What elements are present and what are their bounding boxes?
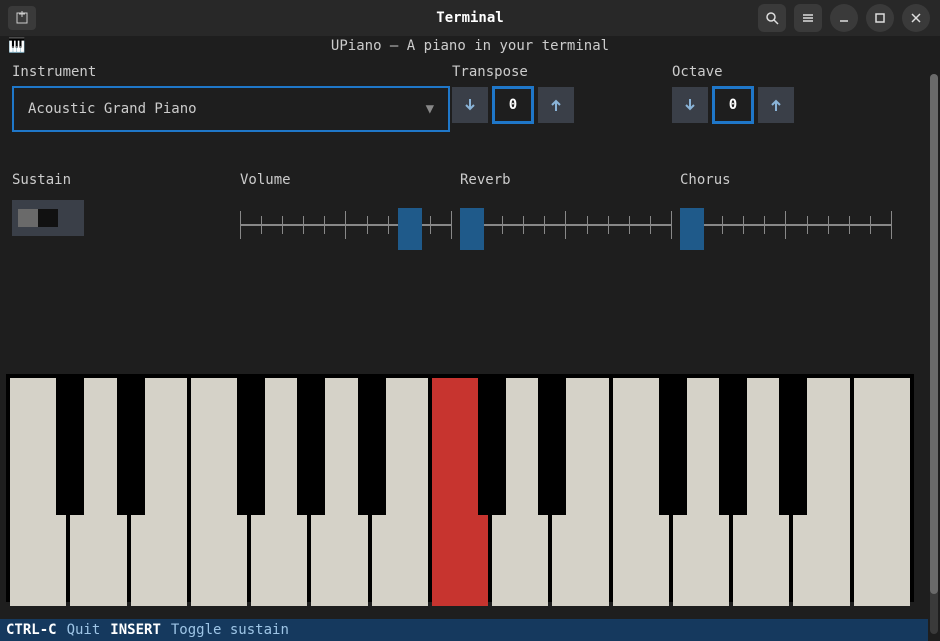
menu-button[interactable] xyxy=(794,4,822,32)
piano-keyboard[interactable] xyxy=(6,374,914,602)
sustain-toggle[interactable] xyxy=(12,200,84,236)
white-key[interactable] xyxy=(492,378,548,606)
white-key[interactable] xyxy=(191,378,247,606)
shortcut-action: Toggle sustain xyxy=(171,622,289,638)
chevron-down-icon: ▼ xyxy=(426,101,434,117)
octave-up-button[interactable] xyxy=(758,87,794,123)
instrument-label: Instrument xyxy=(12,64,452,80)
white-key[interactable] xyxy=(733,378,789,606)
sustain-label: Sustain xyxy=(12,172,240,188)
reverb-slider[interactable] xyxy=(460,200,680,250)
maximize-button[interactable] xyxy=(866,4,894,32)
white-key[interactable] xyxy=(552,378,608,606)
white-key[interactable] xyxy=(613,378,669,606)
transpose-down-button[interactable] xyxy=(452,87,488,123)
white-key[interactable] xyxy=(311,378,367,606)
octave-down-button[interactable] xyxy=(672,87,708,123)
instrument-value: Acoustic Grand Piano xyxy=(28,101,197,117)
shortcut-action: Quit xyxy=(67,622,101,638)
transpose-value: 0 xyxy=(492,86,534,124)
reverb-label: Reverb xyxy=(460,172,680,188)
volume-slider[interactable] xyxy=(240,200,460,250)
chorus-slider[interactable] xyxy=(680,200,900,250)
instrument-select[interactable]: Acoustic Grand Piano ▼ xyxy=(12,86,450,132)
new-tab-button[interactable] xyxy=(8,6,36,30)
search-button[interactable] xyxy=(758,4,786,32)
app-title: UPiano — A piano in your terminal xyxy=(331,38,609,54)
white-key[interactable] xyxy=(251,378,307,606)
white-key[interactable] xyxy=(673,378,729,606)
minimize-button[interactable] xyxy=(830,4,858,32)
shortcut-key: CTRL-C xyxy=(6,622,57,638)
white-key[interactable] xyxy=(372,378,428,606)
close-button[interactable] xyxy=(902,4,930,32)
white-key[interactable] xyxy=(131,378,187,606)
white-key[interactable] xyxy=(432,378,488,606)
octave-label: Octave xyxy=(672,64,892,80)
window-title: Terminal xyxy=(436,10,503,26)
piano-icon: 🎹 xyxy=(8,38,25,54)
white-key[interactable] xyxy=(70,378,126,606)
status-bar: CTRL-C Quit INSERT Toggle sustain xyxy=(0,619,928,641)
shortcut-key: INSERT xyxy=(110,622,161,638)
white-key[interactable] xyxy=(10,378,66,606)
white-key[interactable] xyxy=(854,378,910,606)
chorus-label: Chorus xyxy=(680,172,900,188)
white-key[interactable] xyxy=(793,378,849,606)
transpose-up-button[interactable] xyxy=(538,87,574,123)
transpose-label: Transpose xyxy=(452,64,672,80)
volume-label: Volume xyxy=(240,172,460,188)
octave-value: 0 xyxy=(712,86,754,124)
scrollbar[interactable] xyxy=(930,74,938,634)
